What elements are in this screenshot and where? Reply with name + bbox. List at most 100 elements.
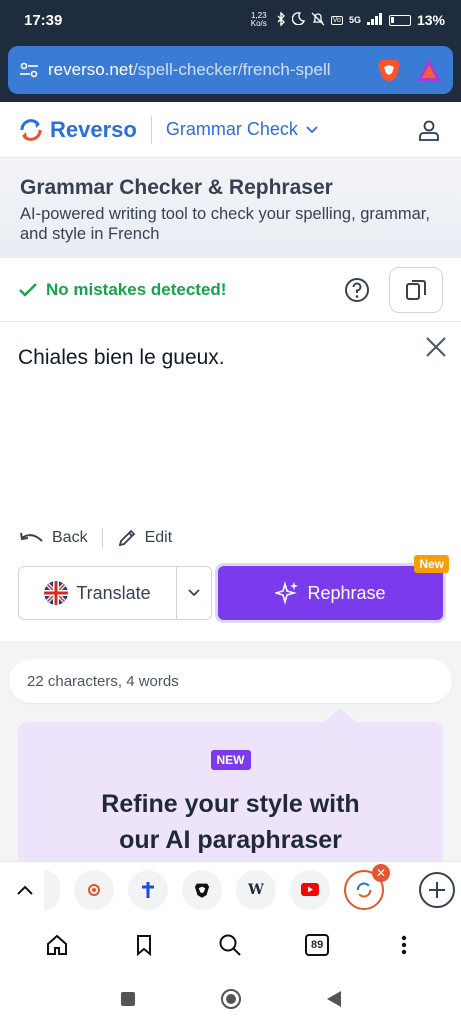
product-label: Grammar Check xyxy=(165,119,298,139)
chevron-up-icon xyxy=(17,885,33,895)
editor-card: No mistakes detected! Chiales bien le gu… xyxy=(0,258,461,641)
back-button[interactable]: Back xyxy=(20,529,88,547)
bookmark-icon xyxy=(136,935,151,956)
search-icon xyxy=(219,934,242,956)
copy-icon xyxy=(406,279,426,300)
status-time: 17:39 xyxy=(24,11,63,29)
word-count: 4 words xyxy=(126,672,179,690)
text-editor[interactable]: Chiales bien le gueux. xyxy=(0,322,461,518)
tab-brave[interactable] xyxy=(182,869,222,910)
paraphraser-promo: NEW Refine your style with our AI paraphr… xyxy=(18,708,443,882)
character-count: 22 characters, xyxy=(27,672,123,690)
clear-button[interactable] xyxy=(423,334,449,360)
moon-icon xyxy=(291,12,305,28)
home-circle-icon[interactable] xyxy=(220,988,242,1010)
uk-flag-icon xyxy=(44,581,69,605)
tabs-button[interactable]: 89 xyxy=(297,925,337,965)
action-row: Translate Rephrase New xyxy=(0,555,461,628)
close-tab-icon[interactable]: ✕ xyxy=(372,863,390,882)
system-navigation xyxy=(0,973,461,1024)
network-type: 5G xyxy=(348,15,361,25)
back-triangle-icon[interactable] xyxy=(326,990,342,1008)
pencil-icon xyxy=(118,529,135,547)
recents-icon[interactable] xyxy=(120,991,136,1007)
more-vertical-icon xyxy=(401,935,406,955)
home-icon xyxy=(47,934,68,955)
rephrase-button[interactable]: Rephrase New xyxy=(218,555,449,620)
promo-line-1: Refine your style with xyxy=(101,790,360,818)
reverso-tab-icon xyxy=(356,882,372,897)
brave-rewards-icon[interactable] xyxy=(415,56,443,84)
rephrase-label: Rephrase xyxy=(307,582,386,603)
edit-label: Edit xyxy=(144,529,173,546)
address-bar[interactable]: reverso.net/spell-checker/french-spell xyxy=(8,46,453,94)
check-status: No mistakes detected! xyxy=(18,280,226,300)
chevron-down-icon xyxy=(188,589,200,597)
tab-strip: W ✕ xyxy=(0,861,461,917)
bookmarks-button[interactable] xyxy=(124,925,164,965)
check-status-text: No mistakes detected! xyxy=(46,279,227,299)
browser-bottom-bar: 89 xyxy=(0,917,461,973)
youtube-icon xyxy=(301,883,319,896)
translate-button[interactable]: Translate xyxy=(19,567,177,619)
site-settings-icon[interactable] xyxy=(18,59,40,81)
search-engine-icon xyxy=(88,883,100,896)
translate-control: Translate xyxy=(18,566,212,620)
back-label: Back xyxy=(52,529,88,546)
user-icon xyxy=(419,120,439,141)
expand-tabs-button[interactable] xyxy=(6,871,44,909)
tab-reverso-active[interactable]: ✕ xyxy=(344,863,390,910)
account-button[interactable] xyxy=(415,116,443,144)
status-bar: 17:39 1,23 Ko/s Vo 5G 13% xyxy=(0,0,461,40)
copy-button[interactable] xyxy=(389,266,443,313)
tab-partial[interactable] xyxy=(44,869,60,910)
tools-divider xyxy=(101,528,103,548)
question-icon xyxy=(345,277,369,302)
undo-icon xyxy=(20,532,43,542)
tab-count: 89 xyxy=(305,934,330,956)
editor-text[interactable]: Chiales bien le gueux. xyxy=(18,346,225,369)
home-button[interactable] xyxy=(37,925,77,965)
new-badge: New xyxy=(414,555,449,573)
site-header: Reverso Grammar Check xyxy=(0,102,461,158)
reverso-logo[interactable]: Reverso xyxy=(18,117,137,143)
new-tab-button[interactable] xyxy=(419,871,455,908)
check-status-row: No mistakes detected! xyxy=(0,258,461,322)
translate-language-dropdown[interactable] xyxy=(177,567,211,619)
promo-title: Refine your style with our AI paraphraser xyxy=(18,786,443,858)
text-stats: 22 characters, 4 words xyxy=(9,659,452,703)
battery-level: 13% xyxy=(416,12,445,28)
tab-wikipedia[interactable]: W xyxy=(236,869,276,910)
brand-name: Reverso xyxy=(50,116,137,142)
cross-icon xyxy=(142,881,154,898)
tab-youtube[interactable] xyxy=(290,869,330,910)
page-title: Grammar Checker & Rephraser xyxy=(20,176,333,199)
plus-icon xyxy=(429,881,445,898)
brave-shields-icon[interactable] xyxy=(375,56,403,84)
help-button[interactable] xyxy=(343,276,371,304)
mute-icon xyxy=(311,12,325,29)
promo-line-2: our AI paraphraser xyxy=(119,826,342,854)
wikipedia-icon: W xyxy=(248,881,264,898)
product-menu[interactable]: Grammar Check xyxy=(166,119,318,140)
browser-toolbar: reverso.net/spell-checker/french-spell xyxy=(0,40,461,102)
battery-icon xyxy=(388,14,411,26)
chevron-down-icon xyxy=(306,125,318,133)
edit-button[interactable]: Edit xyxy=(117,528,173,548)
volte-icon: Vo xyxy=(330,15,343,25)
page-subtitle: AI-powered writing tool to check your sp… xyxy=(20,205,430,243)
search-button[interactable] xyxy=(210,925,250,965)
close-icon xyxy=(426,337,446,357)
check-icon xyxy=(19,282,37,297)
bluetooth-icon xyxy=(276,10,286,29)
tab-search[interactable] xyxy=(74,869,114,910)
reverso-logo-icon xyxy=(20,118,42,141)
menu-button[interactable] xyxy=(384,925,424,965)
url-path: /spell-checker/french-spell xyxy=(133,60,331,79)
url-host: reverso.net xyxy=(48,60,134,79)
url-text[interactable]: reverso.net/spell-checker/french-spell xyxy=(48,60,367,80)
tab-cross[interactable] xyxy=(128,869,168,910)
sparkles-icon xyxy=(275,581,299,605)
promo-badge: NEW xyxy=(210,750,251,770)
intro-panel: Grammar Checker & Rephraser AI-powered w… xyxy=(0,158,461,258)
